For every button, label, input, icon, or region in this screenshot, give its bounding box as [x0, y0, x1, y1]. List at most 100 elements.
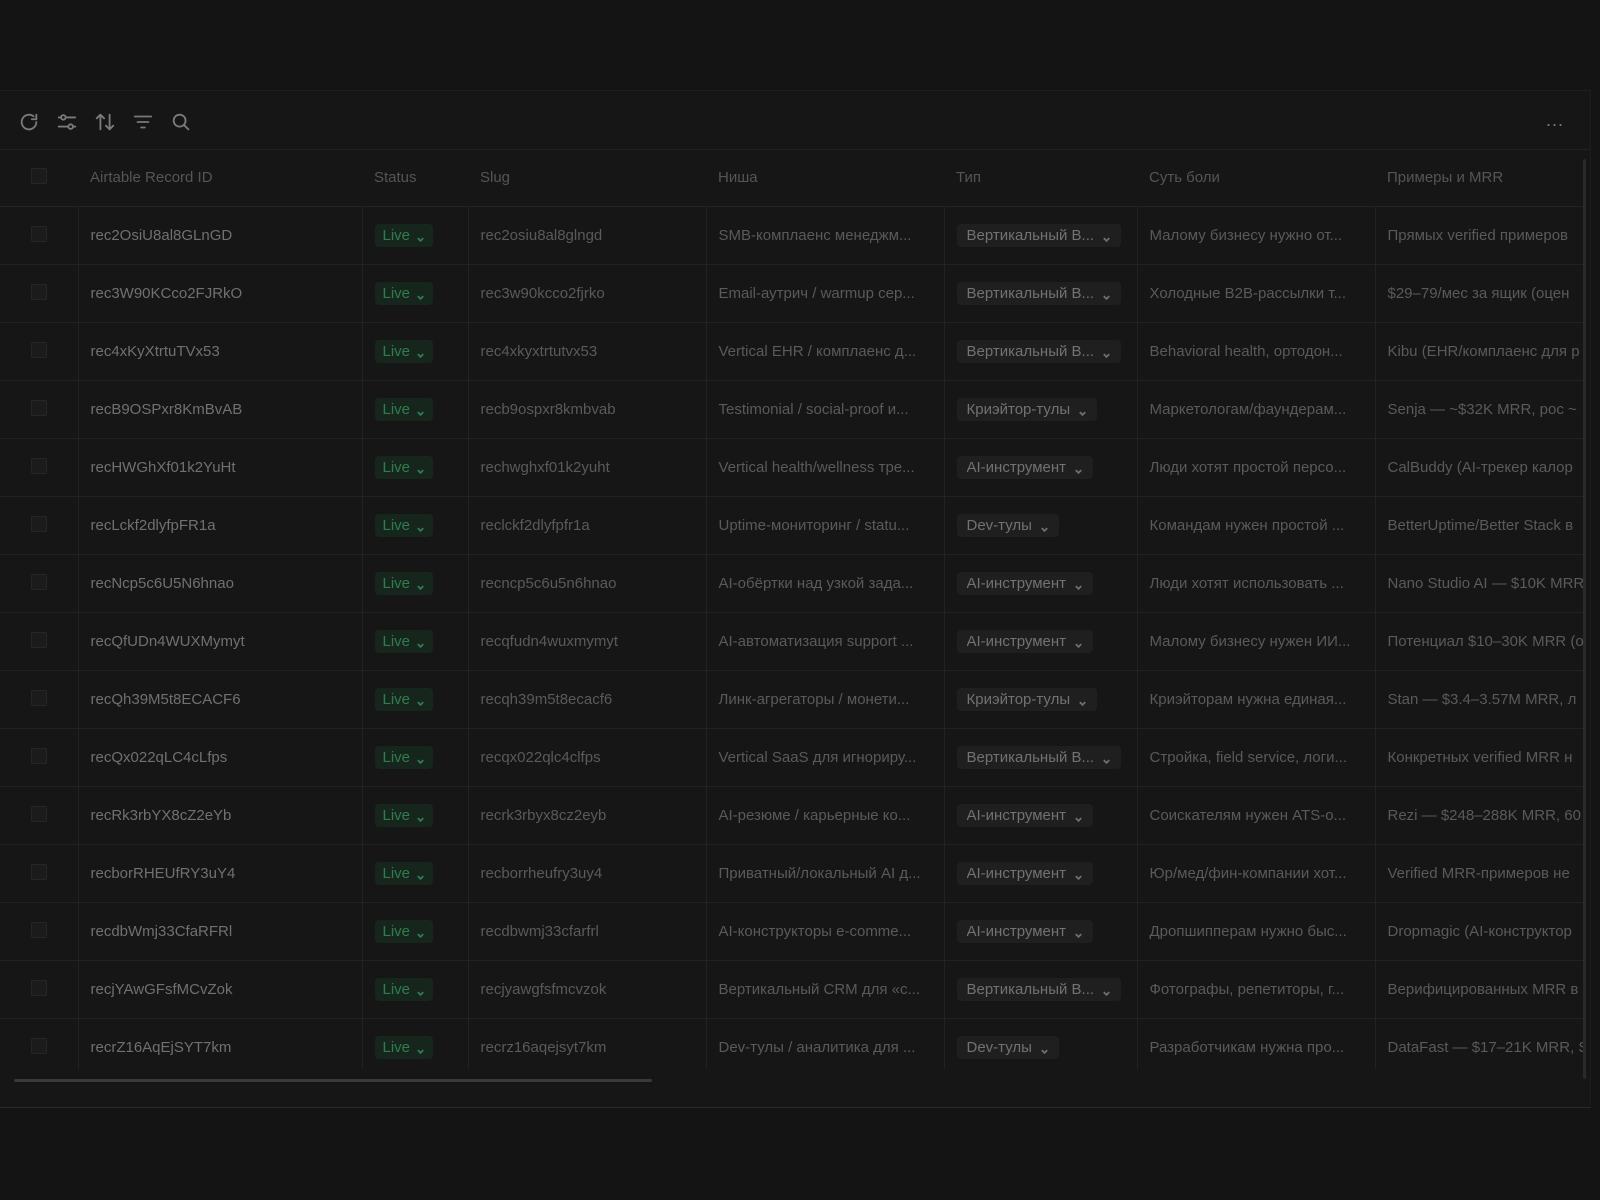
table-row[interactable]: recrZ16AqEjSYT7km Live recrz16aqejsyt7km De…: [0, 1018, 1586, 1069]
row-checkbox[interactable]: [30, 573, 47, 590]
niche-cell[interactable]: AI-конструкторы e-comme...: [706, 902, 945, 961]
type-cell[interactable]: AI-инструмент: [944, 438, 1138, 497]
pain-cell[interactable]: Behavioral health, ортодон...: [1137, 322, 1376, 381]
type-tag[interactable]: Криэйтор-тулы: [956, 688, 1098, 711]
status-cell[interactable]: Live: [362, 264, 469, 323]
type-tag[interactable]: Вертикальный В...: [956, 282, 1122, 305]
type-cell[interactable]: Вертикальный В...: [944, 264, 1138, 323]
select-all-checkbox[interactable]: [31, 167, 47, 184]
type-tag[interactable]: Вертикальный В...: [956, 340, 1122, 363]
select-all-cell[interactable]: [0, 149, 78, 207]
row-checkbox[interactable]: [30, 921, 47, 938]
slug-cell[interactable]: rec3w90kcco2fjrko: [468, 264, 707, 323]
status-badge[interactable]: Live: [374, 340, 434, 363]
record-id-cell[interactable]: recrZ16AqEjSYT7km: [78, 1018, 363, 1069]
row-checkbox[interactable]: [30, 225, 47, 242]
row-select-cell[interactable]: [0, 1018, 79, 1069]
mrr-cell[interactable]: $29–79/мес за ящик (оцен: [1375, 264, 1586, 323]
type-cell[interactable]: AI-инструмент: [944, 612, 1138, 671]
slug-cell[interactable]: recdbwmj33cfarfrl: [468, 902, 707, 961]
row-select-cell[interactable]: [0, 264, 79, 323]
record-id-cell[interactable]: recB9OSPxr8KmBvAB: [78, 380, 363, 439]
mrr-cell[interactable]: Nano Studio AI — $10K MRR: [1375, 554, 1586, 613]
row-checkbox[interactable]: [30, 341, 47, 358]
pain-cell[interactable]: Командам нужен простой ...: [1137, 496, 1376, 555]
sort-icon[interactable]: [92, 109, 118, 135]
niche-cell[interactable]: Testimonial / social-proof и...: [706, 380, 945, 439]
pain-cell[interactable]: Люди хотят простой персо...: [1137, 438, 1376, 497]
pain-cell[interactable]: Дропшипперам нужно быс...: [1137, 902, 1376, 961]
type-cell[interactable]: Вертикальный В...: [944, 322, 1138, 381]
record-id-cell[interactable]: recQh39M5t8ECACF6: [78, 670, 363, 729]
row-checkbox[interactable]: [30, 1037, 47, 1054]
row-select-cell[interactable]: [0, 322, 79, 381]
status-badge[interactable]: Live: [374, 514, 434, 537]
record-id-cell[interactable]: recHWGhXf01k2YuHt: [78, 438, 363, 497]
mrr-cell[interactable]: Dropmagic (AI-конструктор: [1375, 902, 1586, 961]
row-select-cell[interactable]: [0, 554, 79, 613]
niche-cell[interactable]: Vertical EHR / комплаенс д...: [706, 322, 945, 381]
row-checkbox[interactable]: [30, 631, 47, 648]
niche-cell[interactable]: Uptime-мониторинг / statu...: [706, 496, 945, 555]
table-row[interactable]: rec3W90KCco2FJRkO Live rec3w90kcco2fjrko Em…: [0, 264, 1586, 323]
status-cell[interactable]: Live: [362, 438, 469, 497]
status-cell[interactable]: Live: [362, 728, 469, 787]
table-row[interactable]: recjYAwGFsfMCvZok Live recjyawgfsfmcvzok Ве…: [0, 960, 1586, 1019]
niche-cell[interactable]: Вертикальный CRM для «с...: [706, 960, 945, 1019]
type-tag[interactable]: Dev-тулы: [956, 514, 1059, 537]
type-cell[interactable]: Вертикальный В...: [944, 206, 1138, 265]
type-tag[interactable]: Вертикальный В...: [956, 746, 1122, 769]
status-badge[interactable]: Live: [374, 978, 434, 1001]
status-badge[interactable]: Live: [374, 456, 434, 479]
row-select-cell[interactable]: [0, 844, 79, 903]
record-id-cell[interactable]: rec4xKyXtrtuTVx53: [78, 322, 363, 381]
table-row[interactable]: recRk3rbYX8cZ2eYb Live recrk3rbyx8cz2eyb AI…: [0, 786, 1586, 845]
horizontal-scrollbar[interactable]: [14, 1079, 652, 1082]
mrr-cell[interactable]: Конкретных verified MRR н: [1375, 728, 1586, 787]
type-tag[interactable]: Криэйтор-тулы: [956, 398, 1098, 421]
pain-cell[interactable]: Разработчикам нужна про...: [1137, 1018, 1376, 1069]
type-tag[interactable]: AI-инструмент: [956, 804, 1094, 827]
type-tag[interactable]: Dev-тулы: [956, 1036, 1059, 1059]
table-row[interactable]: recborRHEUfRY3uY4 Live recborrheufry3uy4 Пр…: [0, 844, 1586, 903]
more-options-button[interactable]: ...: [1540, 105, 1570, 135]
pain-cell[interactable]: Стройка, field service, логи...: [1137, 728, 1376, 787]
pain-cell[interactable]: Холодные B2B-рассылки т...: [1137, 264, 1376, 323]
record-id-cell[interactable]: recjYAwGFsfMCvZok: [78, 960, 363, 1019]
status-cell[interactable]: Live: [362, 612, 469, 671]
type-tag[interactable]: AI-инструмент: [956, 456, 1094, 479]
mrr-cell[interactable]: BetterUptime/Better Stack в: [1375, 496, 1586, 555]
niche-cell[interactable]: AI-обёртки над узкой зада...: [706, 554, 945, 613]
row-checkbox[interactable]: [30, 747, 47, 764]
column-header-type[interactable]: Тип: [944, 149, 1137, 207]
slug-cell[interactable]: reclckf2dlyfpfr1a: [468, 496, 707, 555]
slug-cell[interactable]: recqfudn4wuxmymyt: [468, 612, 707, 671]
status-badge[interactable]: Live: [374, 920, 434, 943]
row-select-cell[interactable]: [0, 206, 79, 265]
mrr-cell[interactable]: Верифицированных MRR в: [1375, 960, 1586, 1019]
type-tag[interactable]: AI-инструмент: [956, 630, 1094, 653]
status-badge[interactable]: Live: [374, 1036, 434, 1059]
row-checkbox[interactable]: [30, 689, 47, 706]
pain-cell[interactable]: Фотографы, репетиторы, г...: [1137, 960, 1376, 1019]
pain-cell[interactable]: Люди хотят использовать ...: [1137, 554, 1376, 613]
type-tag[interactable]: Вертикальный В...: [956, 224, 1122, 247]
table-row[interactable]: rec2OsiU8al8GLnGD Live rec2osiu8al8glngd SM…: [0, 206, 1586, 265]
row-select-cell[interactable]: [0, 496, 79, 555]
status-cell[interactable]: Live: [362, 554, 469, 613]
table-row[interactable]: recHWGhXf01k2YuHt Live rechwghxf01k2yuht Ve…: [0, 438, 1586, 497]
type-cell[interactable]: Dev-тулы: [944, 1018, 1138, 1069]
column-header-mrr[interactable]: Примеры и MRR: [1375, 149, 1586, 207]
mrr-cell[interactable]: Потенциал $10–30K MRR (о: [1375, 612, 1586, 671]
record-id-cell[interactable]: recRk3rbYX8cZ2eYb: [78, 786, 363, 845]
table-row[interactable]: recNcp5c6U5N6hnao Live recncp5c6u5n6hnao AI…: [0, 554, 1586, 613]
row-checkbox[interactable]: [30, 863, 47, 880]
slug-cell[interactable]: rec2osiu8al8glngd: [468, 206, 707, 265]
slug-cell[interactable]: recqx022qlc4clfps: [468, 728, 707, 787]
pain-cell[interactable]: Юр/мед/фин-компании хот...: [1137, 844, 1376, 903]
type-cell[interactable]: Криэйтор-тулы: [944, 380, 1138, 439]
record-id-cell[interactable]: rec2OsiU8al8GLnGD: [78, 206, 363, 265]
row-select-cell[interactable]: [0, 728, 79, 787]
row-select-cell[interactable]: [0, 612, 79, 671]
record-id-cell[interactable]: recQx022qLC4cLfps: [78, 728, 363, 787]
